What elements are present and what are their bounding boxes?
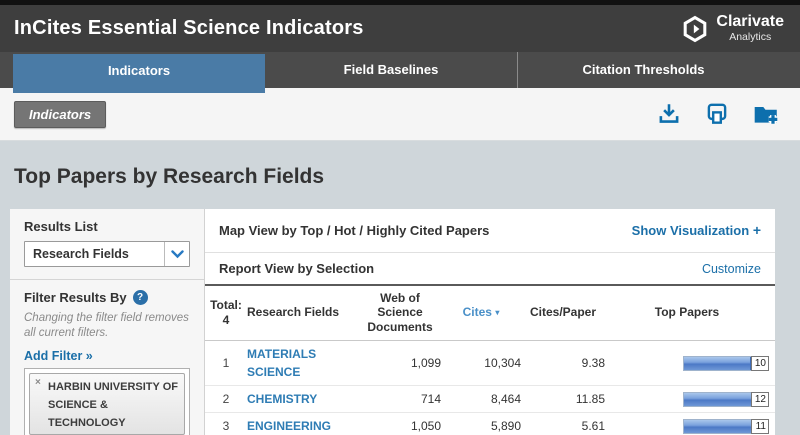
toolbar: Indicators <box>0 88 800 141</box>
top-papers-value: 11 <box>751 419 769 434</box>
map-view-label: Map View by Top / Hot / Highly Cited Pap… <box>219 223 489 238</box>
row-rank: 3 <box>205 419 247 433</box>
cites-value: 10,304 <box>441 356 521 370</box>
column-header-cites-per-paper[interactable]: Cites/Paper <box>521 305 605 319</box>
page-title: Top Papers by Research Fields <box>14 165 800 189</box>
sort-descending-icon: ▾ <box>495 308 499 317</box>
results-list-label: Results List <box>24 219 190 234</box>
breadcrumb-indicators-button[interactable]: Indicators <box>14 101 106 128</box>
main-tab-bar: Indicators Field Baselines Citation Thre… <box>0 52 800 88</box>
cites-value: 8,464 <box>441 392 521 406</box>
table-row: 1 MATERIALS SCIENCE 1,099 10,304 9.38 10 <box>205 341 775 386</box>
table-header: Total: 4 Research Fields Web of Science … <box>205 284 775 341</box>
filter-results-by-label: Filter Results By <box>24 290 127 305</box>
tab-field-baselines[interactable]: Field Baselines <box>265 52 517 88</box>
top-papers-bar: 12 <box>683 392 769 407</box>
help-icon[interactable]: ? <box>133 290 148 305</box>
app-title: InCites Essential Science Indicators <box>14 17 364 40</box>
row-rank: 2 <box>205 392 247 406</box>
logo-name: Clarivate <box>716 14 784 30</box>
app-header: InCites Essential Science Indicators Cla… <box>0 0 800 52</box>
filter-note: Changing the filter field removes all cu… <box>24 311 190 341</box>
table-row: 3 ENGINEERING 1,050 5,890 5.61 11 <box>205 413 775 435</box>
clarivate-logo-icon <box>681 15 709 43</box>
customize-link[interactable]: Customize <box>702 262 761 276</box>
main-panel: Map View by Top / Hot / Highly Cited Pap… <box>205 209 775 435</box>
results-list-dropdown[interactable]: Research Fields <box>24 241 190 267</box>
column-header-research-fields[interactable]: Research Fields <box>247 305 359 319</box>
add-filter-link[interactable]: Add Filter » <box>24 349 93 363</box>
chevron-down-icon <box>164 242 189 266</box>
print-icon[interactable] <box>704 101 730 127</box>
remove-filter-icon[interactable]: × <box>35 377 41 388</box>
plus-icon: + <box>753 222 761 238</box>
field-link[interactable]: ENGINEERING <box>247 419 331 433</box>
cites-per-paper-value: 11.85 <box>521 392 605 406</box>
top-papers-value: 12 <box>751 392 769 407</box>
show-visualization-link[interactable]: Show Visualization + <box>632 222 761 238</box>
page-area: Top Papers by Research Fields Results Li… <box>0 165 800 435</box>
filter-chip-label: HARBIN UNIVERSITY OF SCIENCE & TECHNOLOG… <box>48 381 178 429</box>
tab-indicators[interactable]: Indicators <box>13 54 265 93</box>
wos-documents-value: 1,099 <box>359 356 441 370</box>
top-papers-value: 10 <box>751 356 769 371</box>
download-icon[interactable] <box>656 101 682 127</box>
wos-documents-value: 1,050 <box>359 419 441 433</box>
column-header-top-papers[interactable]: Top Papers <box>605 305 775 319</box>
row-rank: 1 <box>205 356 247 370</box>
sidebar: Results List Research Fields Filter Resu… <box>10 209 205 435</box>
logo-subtitle: Analytics <box>716 32 784 43</box>
column-header-wos-documents[interactable]: Web of Science Documents <box>359 291 441 334</box>
wos-documents-value: 714 <box>359 392 441 406</box>
top-papers-bar: 10 <box>683 356 769 371</box>
cites-per-paper-value: 5.61 <box>521 419 605 433</box>
table-row: 2 CHEMISTRY 714 8,464 11.85 12 <box>205 386 775 413</box>
column-header-total: Total: 4 <box>205 298 247 327</box>
clarivate-logo: Clarivate Analytics <box>681 14 784 43</box>
tab-citation-thresholds[interactable]: Citation Thresholds <box>517 52 769 88</box>
results-list-dropdown-value: Research Fields <box>25 247 129 261</box>
filter-chip[interactable]: × HARBIN UNIVERSITY OF SCIENCE & TECHNOL… <box>29 373 185 435</box>
report-view-label: Report View by Selection <box>219 261 374 276</box>
add-folder-icon[interactable] <box>752 101 780 127</box>
cites-per-paper-value: 9.38 <box>521 356 605 370</box>
field-link[interactable]: MATERIALS SCIENCE <box>247 347 316 379</box>
cites-value: 5,890 <box>441 419 521 433</box>
top-papers-bar: 11 <box>683 419 769 434</box>
filter-chips-box: × HARBIN UNIVERSITY OF SCIENCE & TECHNOL… <box>24 368 190 435</box>
column-header-cites-sorted[interactable]: Cites ▾ <box>441 305 521 319</box>
field-link[interactable]: CHEMISTRY <box>247 392 317 406</box>
